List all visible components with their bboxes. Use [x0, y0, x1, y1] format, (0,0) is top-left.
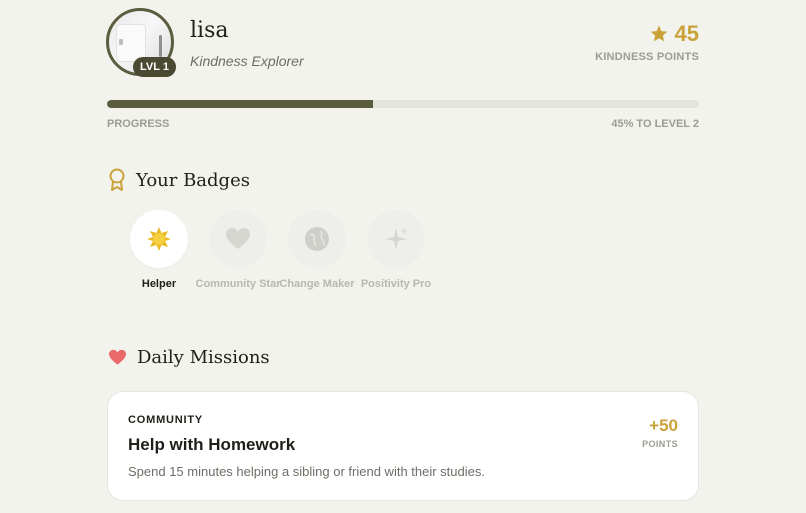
badge-label: Positivity Pro [360, 278, 432, 290]
heart-icon [226, 228, 250, 249]
avatar-container[interactable]: LVL 1 [106, 8, 176, 77]
mission-description: Spend 15 minutes helping a sibling or fr… [128, 464, 485, 479]
sparkles-icon [385, 227, 408, 250]
progress-bar [107, 100, 699, 108]
mission-title: Help with Homework [128, 435, 296, 454]
points-value: 45 [674, 21, 699, 46]
level-badge: LVL 1 [133, 57, 176, 77]
badge-circle [367, 210, 425, 268]
award-icon [109, 168, 125, 191]
points-label: KINDNESS POINTS [595, 51, 699, 63]
badge-circle [209, 210, 267, 268]
missions-header: Daily Missions [108, 347, 270, 368]
star-icon [650, 25, 667, 42]
mission-category: COMMUNITY [128, 414, 204, 426]
heart-icon [109, 349, 126, 365]
badge-label: Helper [141, 278, 177, 290]
missions-title: Daily Missions [137, 347, 270, 368]
mission-points-label: POINTS [642, 439, 678, 449]
star-burst-icon [147, 227, 171, 251]
badge-circle [288, 210, 346, 268]
progress-fill [107, 100, 374, 108]
username: lisa [190, 18, 229, 43]
globe-icon [305, 227, 329, 251]
progress-next-level: 45% TO LEVEL 2 [611, 118, 699, 130]
profile-page: LVL 1 lisa Kindness Explorer 45 KINDNESS… [0, 0, 806, 513]
badge-positivity-pro[interactable]: Positivity Pro [346, 210, 446, 290]
points-summary: 45 [649, 21, 699, 47]
user-title: Kindness Explorer [190, 53, 304, 69]
mission-card[interactable]: COMMUNITY Help with Homework Spend 15 mi… [107, 391, 699, 501]
badges-list: Helper Community Star Change Maker Posit… [118, 210, 446, 290]
badges-title: Your Badges [136, 169, 250, 191]
mission-points: +50 [649, 416, 678, 435]
badge-label: Change Maker [279, 278, 355, 290]
badge-circle [130, 210, 188, 268]
progress-label: PROGRESS [107, 118, 170, 130]
badges-header: Your Badges [108, 168, 250, 192]
